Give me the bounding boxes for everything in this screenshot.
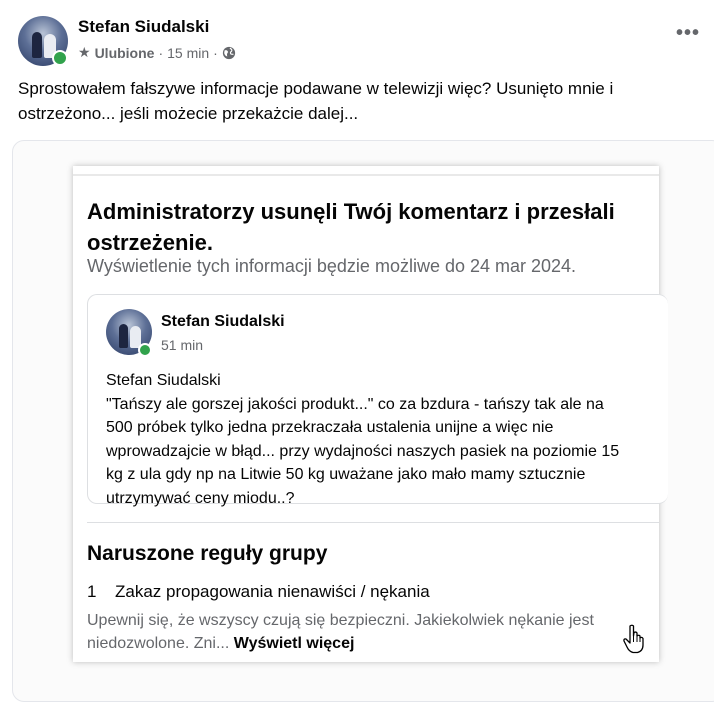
notice-subtitle: Wyświetlenie tych informacji będzie możl… <box>87 256 577 276</box>
more-options-icon[interactable]: ••• <box>676 22 700 45</box>
comment-line: wprowadzajcie w błąd... przy wydajności … <box>106 442 620 460</box>
meta-separator-2: · <box>213 44 218 61</box>
meta-separator: · <box>158 44 164 61</box>
card-top-divider <box>73 174 659 176</box>
notice-title: Administratorzy usunęli Twój komentarz i… <box>87 199 615 255</box>
rule-name: Zakaz propagowania nienawiści / nękania <box>115 582 430 601</box>
comment-line: Stefan Siudalski <box>106 372 221 389</box>
removal-notice-card: Administratorzy usunęli Twój komentarz i… <box>73 166 668 662</box>
see-more-link[interactable]: Wyświetl więcej <box>234 635 355 652</box>
section-divider <box>87 522 659 523</box>
comment-author-name: Stefan Siudalski <box>161 313 285 330</box>
post-time[interactable]: 15 min <box>167 45 209 61</box>
post-author-name[interactable]: Stefan Siudalski <box>78 17 209 37</box>
comment-line: 500 próbek tylko jedna przekraczała usta… <box>106 419 554 436</box>
hand-cursor-icon <box>623 624 644 654</box>
post-text: Sprostowałem fałszywe informacje podawan… <box>18 79 614 123</box>
rule-number: 1 <box>87 582 97 601</box>
post-meta: ★ Ulubione · 15 min · <box>78 44 236 61</box>
globe-icon[interactable] <box>222 46 236 60</box>
comment-text: Stefan Siudalski "Tańszy ale gorszej jak… <box>106 369 658 510</box>
online-status-dot <box>52 50 68 66</box>
comment-line: kg z ula gdy np na Litwie 50 kg uważane … <box>106 466 586 483</box>
star-icon: ★ <box>78 44 91 60</box>
favorites-label: Ulubione <box>94 44 155 61</box>
comment-line: utrzymywać ceny miodu..? <box>106 489 295 507</box>
removed-comment: Stefan Siudalski 51 min Stefan Siudalski… <box>87 294 668 507</box>
comment-time: 51 min <box>161 337 204 353</box>
rule-description: Upewnij się, że wszyscy czują się bezpie… <box>87 609 647 655</box>
violated-rules-heading: Naruszone reguły grupy <box>87 542 328 565</box>
comment-line: "Tańszy ale gorszej jakości produkt..." … <box>106 395 604 413</box>
rule-item: 1 Zakaz propagowania nienawiści / nękania <box>87 582 430 602</box>
facebook-post: Stefan Siudalski ★ Ulubione · 15 min · •… <box>0 0 714 702</box>
comment-online-dot <box>138 343 152 357</box>
